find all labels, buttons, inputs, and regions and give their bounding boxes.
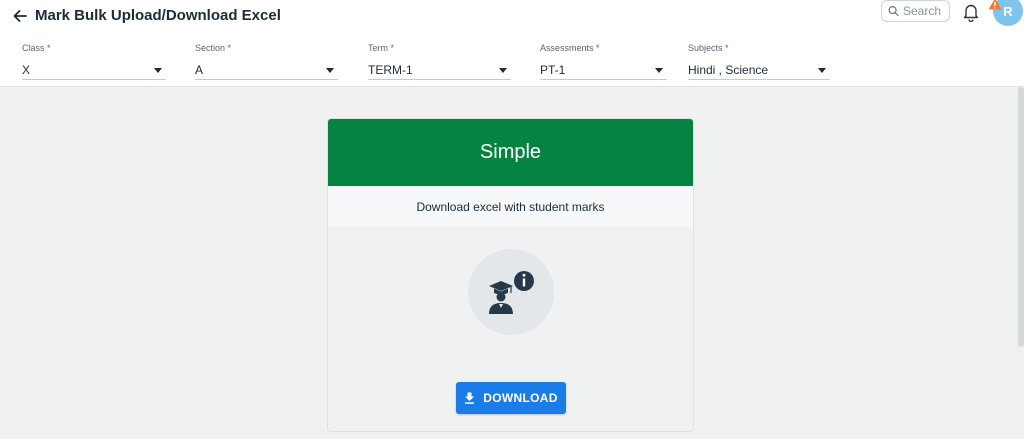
arrow-left-icon <box>13 10 27 22</box>
class-value: X <box>22 63 31 77</box>
chevron-down-icon <box>326 67 334 73</box>
download-button[interactable]: DOWNLOAD <box>456 382 566 414</box>
card-subtitle: Download excel with student marks <box>328 186 693 227</box>
back-button[interactable] <box>10 6 30 26</box>
term-value: TERM-1 <box>368 63 413 77</box>
warning-icon <box>988 0 1002 10</box>
subjects-value: Hindi , Science <box>688 63 769 77</box>
student-info-icon <box>489 271 534 314</box>
assessments-select[interactable]: Assessments * PT-1 <box>540 42 667 80</box>
section-label: Section * <box>195 43 232 53</box>
download-icon <box>465 392 475 404</box>
card-title: Simple <box>328 119 693 186</box>
top-bar: Mark Bulk Upload/Download Excel R Class … <box>0 0 1024 87</box>
chevron-down-icon <box>499 67 507 73</box>
download-button-label: DOWNLOAD <box>483 391 558 405</box>
assessments-label: Assessments * <box>540 43 600 53</box>
chevron-down-icon <box>818 67 826 73</box>
term-label: Term * <box>368 43 395 53</box>
subjects-select[interactable]: Subjects * Hindi , Science <box>688 42 830 80</box>
term-select[interactable]: Term * TERM-1 <box>368 42 511 80</box>
search-box[interactable] <box>881 0 950 22</box>
download-card: Simple Download excel with student marks… <box>327 118 694 432</box>
class-label: Class * <box>22 43 51 53</box>
scrollbar[interactable] <box>1018 87 1024 347</box>
search-icon <box>888 6 899 17</box>
section-select[interactable]: Section * A <box>195 42 338 80</box>
chevron-down-icon <box>154 67 162 73</box>
class-select[interactable]: Class * X <box>22 42 166 80</box>
bell-icon[interactable] <box>962 2 980 22</box>
student-info-icon-circle <box>468 249 554 335</box>
search-input[interactable] <box>903 4 949 18</box>
chevron-down-icon <box>655 67 663 73</box>
subjects-label: Subjects * <box>688 43 729 53</box>
section-value: A <box>195 63 204 77</box>
page-title: Mark Bulk Upload/Download Excel <box>35 7 281 24</box>
assessments-value: PT-1 <box>540 63 566 77</box>
